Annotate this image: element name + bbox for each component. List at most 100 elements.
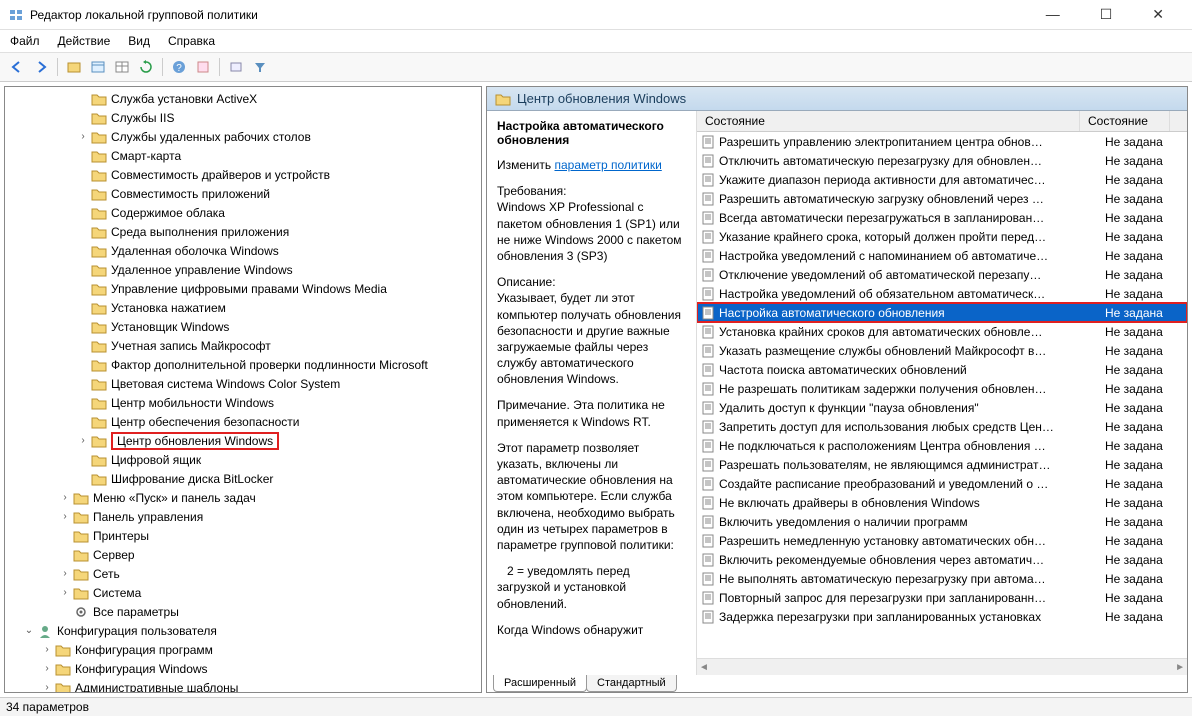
policy-row[interactable]: Отключение уведомлений об автоматической… <box>697 265 1187 284</box>
menu-action[interactable]: Действие <box>58 34 111 48</box>
toolbar-help-icon[interactable]: ? <box>168 56 190 78</box>
tree-item[interactable]: Учетная запись Майкрософт <box>5 336 481 355</box>
tree-item[interactable]: ›Панель управления <box>5 507 481 526</box>
toolbar-icon-4[interactable] <box>192 56 214 78</box>
collapse-icon[interactable]: ⌄ <box>23 625 35 636</box>
tree-item[interactable]: ›Меню «Пуск» и панель задач <box>5 488 481 507</box>
policy-row[interactable]: Удалить доступ к функции "пауза обновлен… <box>697 398 1187 417</box>
policy-row[interactable]: Не включать драйверы в обновления Window… <box>697 493 1187 512</box>
policy-row[interactable]: Разрешать пользователям, не являющимся а… <box>697 455 1187 474</box>
tree-item[interactable]: Службы IIS <box>5 108 481 127</box>
policy-row[interactable]: Создайте расписание преобразований и уве… <box>697 474 1187 493</box>
tree-item[interactable]: Среда выполнения приложения <box>5 222 481 241</box>
tree-item-label: Служба установки ActiveX <box>111 92 257 106</box>
tree-item[interactable]: Центр мобильности Windows <box>5 393 481 412</box>
expand-icon[interactable]: › <box>41 682 53 693</box>
toolbar-icon-2[interactable] <box>87 56 109 78</box>
tree-item[interactable]: Принтеры <box>5 526 481 545</box>
policy-name: Установка крайних сроков для автоматичес… <box>719 325 1105 339</box>
tree-item[interactable]: Все параметры <box>5 602 481 621</box>
details-pane: Центр обновления Windows Настройка автом… <box>486 86 1188 693</box>
folder-icon <box>73 529 89 543</box>
tree-item[interactable]: Центр обеспечения безопасности <box>5 412 481 431</box>
list-headers[interactable]: Состояние Состояние <box>697 111 1187 132</box>
policy-row[interactable]: Задержка перезагрузки при запланированны… <box>697 607 1187 626</box>
expand-icon[interactable]: › <box>59 492 71 503</box>
tree-item[interactable]: ⌄Конфигурация пользователя <box>5 621 481 640</box>
tree-item[interactable]: Совместимость драйверов и устройств <box>5 165 481 184</box>
tree-item[interactable]: Управление цифровыми правами Windows Med… <box>5 279 481 298</box>
back-button[interactable] <box>6 56 28 78</box>
tree-item[interactable]: Цифровой ящик <box>5 450 481 469</box>
policy-row[interactable]: Запретить доступ для использования любых… <box>697 417 1187 436</box>
menu-help[interactable]: Справка <box>168 34 215 48</box>
tree-item[interactable]: ›Конфигурация программ <box>5 640 481 659</box>
policy-row[interactable]: Установка крайних сроков для автоматичес… <box>697 322 1187 341</box>
forward-button[interactable] <box>30 56 52 78</box>
expand-icon[interactable]: › <box>59 511 71 522</box>
tree-item[interactable]: Установка нажатием <box>5 298 481 317</box>
tree-item[interactable]: Установщик Windows <box>5 317 481 336</box>
expand-icon[interactable]: › <box>41 663 53 674</box>
column-header-name[interactable]: Состояние <box>697 111 1080 131</box>
tree-item[interactable]: ›Службы удаленных рабочих столов <box>5 127 481 146</box>
tree-item[interactable]: Фактор дополнительной проверки подлиннос… <box>5 355 481 374</box>
policy-row[interactable]: Повторный запрос для перезагрузки при за… <box>697 588 1187 607</box>
policy-row[interactable]: Включить рекомендуемые обновления через … <box>697 550 1187 569</box>
policy-row[interactable]: Настройка автоматического обновленияНе з… <box>697 303 1187 322</box>
policy-row[interactable]: Не разрешать политикам задержки получени… <box>697 379 1187 398</box>
tab-standard[interactable]: Стандартный <box>586 675 677 692</box>
tree-item[interactable]: Шифрование диска BitLocker <box>5 469 481 488</box>
expand-icon[interactable]: › <box>59 587 71 598</box>
policy-row[interactable]: Не подключаться к расположениям Центра о… <box>697 436 1187 455</box>
column-header-state[interactable]: Состояние <box>1080 111 1170 131</box>
edit-policy-link[interactable]: параметр политики <box>554 158 661 172</box>
tree-item[interactable]: Служба установки ActiveX <box>5 89 481 108</box>
description-label: Описание: <box>497 275 556 289</box>
policy-row[interactable]: Настройка уведомлений об обязательном ав… <box>697 284 1187 303</box>
tree-item[interactable]: ›Сеть <box>5 564 481 583</box>
toolbar-icon-1[interactable] <box>63 56 85 78</box>
policy-row[interactable]: Включить уведомления о наличии программН… <box>697 512 1187 531</box>
tree-item[interactable]: ›Центр обновления Windows <box>5 431 481 450</box>
toolbar-refresh-icon[interactable] <box>135 56 157 78</box>
policy-row[interactable]: Разрешить управлению электропитанием цен… <box>697 132 1187 151</box>
tree-pane[interactable]: Служба установки ActiveX Службы IIS›Служб… <box>4 86 482 693</box>
tab-extended[interactable]: Расширенный <box>493 675 587 692</box>
policy-row[interactable]: Частота поиска автоматических обновлений… <box>697 360 1187 379</box>
tree-item[interactable]: Удаленное управление Windows <box>5 260 481 279</box>
tree-item[interactable]: Совместимость приложений <box>5 184 481 203</box>
tree-item[interactable]: Сервер <box>5 545 481 564</box>
expand-icon[interactable]: › <box>59 568 71 579</box>
gear-icon <box>73 605 89 619</box>
tree-item[interactable]: ›Административные шаблоны <box>5 678 481 693</box>
policy-row[interactable]: Не выполнять автоматическую перезагрузку… <box>697 569 1187 588</box>
expand-icon[interactable]: › <box>77 435 89 446</box>
minimize-button[interactable]: — <box>1036 2 1070 27</box>
list-body[interactable]: Разрешить управлению электропитанием цен… <box>697 132 1187 658</box>
tree-item[interactable]: Удаленная оболочка Windows <box>5 241 481 260</box>
menu-view[interactable]: Вид <box>128 34 150 48</box>
toolbar-icon-5[interactable] <box>225 56 247 78</box>
expand-icon[interactable]: › <box>77 131 89 142</box>
tree-item[interactable]: ›Система <box>5 583 481 602</box>
toolbar-icon-3[interactable] <box>111 56 133 78</box>
policy-row[interactable]: Указать размещение службы обновлений Май… <box>697 341 1187 360</box>
close-button[interactable]: ✕ <box>1142 2 1174 27</box>
policy-row[interactable]: Настройка уведомлений с напоминанием об … <box>697 246 1187 265</box>
policy-row[interactable]: Указание крайнего срока, который должен … <box>697 227 1187 246</box>
policy-row[interactable]: Разрешить немедленную установку автомати… <box>697 531 1187 550</box>
toolbar-filter-icon[interactable] <box>249 56 271 78</box>
list-h-scrollbar[interactable]: ◄► <box>697 658 1187 675</box>
expand-icon[interactable]: › <box>41 644 53 655</box>
tree-item[interactable]: Цветовая система Windows Color System <box>5 374 481 393</box>
tree-item[interactable]: Содержимое облака <box>5 203 481 222</box>
policy-row[interactable]: Укажите диапазон периода активности для … <box>697 170 1187 189</box>
policy-row[interactable]: Всегда автоматически перезагружаться в з… <box>697 208 1187 227</box>
menu-file[interactable]: Файл <box>10 34 40 48</box>
policy-row[interactable]: Разрешить автоматическую загрузку обновл… <box>697 189 1187 208</box>
policy-row[interactable]: Отключить автоматическую перезагрузку дл… <box>697 151 1187 170</box>
tree-item[interactable]: ›Конфигурация Windows <box>5 659 481 678</box>
maximize-button[interactable]: ☐ <box>1090 2 1123 27</box>
tree-item[interactable]: Смарт-карта <box>5 146 481 165</box>
